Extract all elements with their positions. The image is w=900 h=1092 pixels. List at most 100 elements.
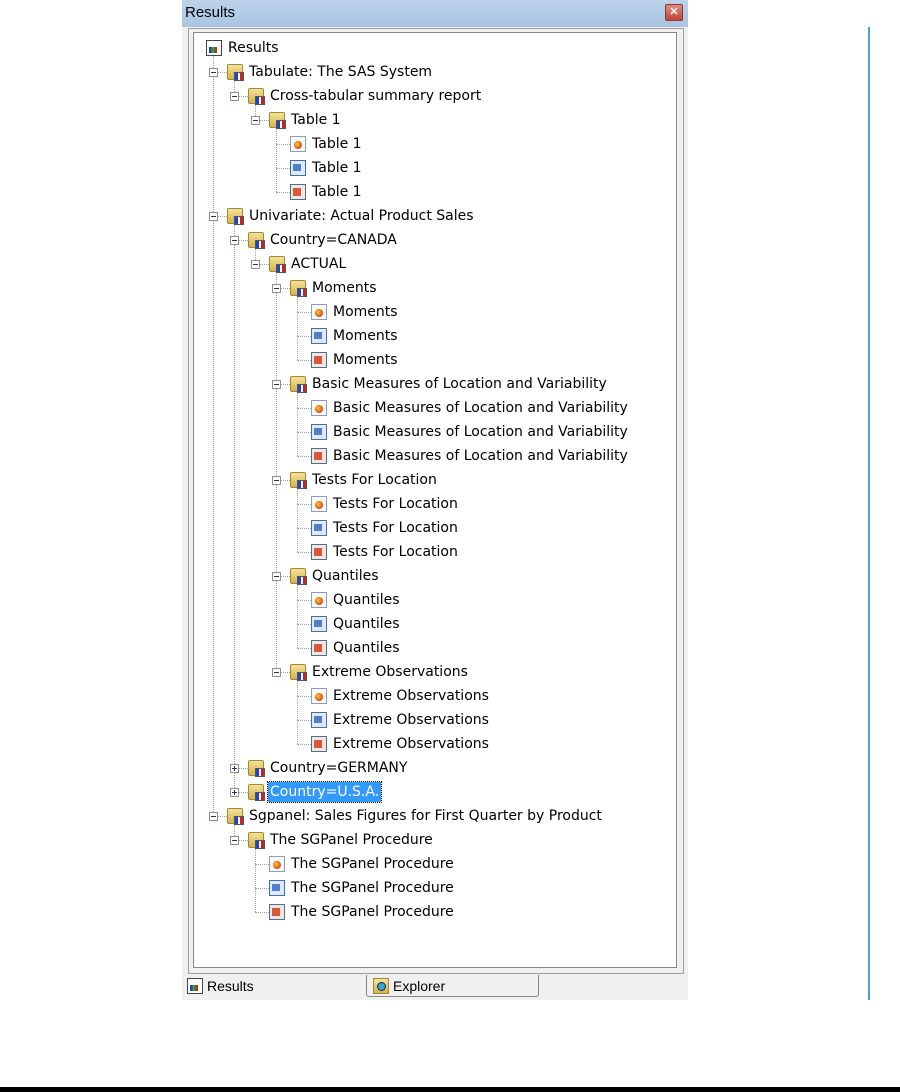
folder-icon — [248, 760, 265, 777]
collapse-icon[interactable] — [209, 812, 218, 821]
tree-node[interactable]: The SGPanel Procedure — [269, 853, 456, 875]
tree-node[interactable]: Moments — [311, 301, 400, 323]
tree-node[interactable]: ACTUAL — [251, 253, 348, 275]
collapse-icon[interactable] — [272, 476, 281, 485]
explorer-icon — [373, 977, 389, 994]
tree-node[interactable]: Moments — [311, 325, 400, 347]
tree-node[interactable]: Cross-tabular summary report — [230, 85, 483, 107]
tree-connector-line — [297, 528, 311, 529]
tab-results[interactable]: Results — [187, 975, 254, 997]
tree-connector-line — [297, 504, 311, 505]
tree-node-label: Extreme Observations — [333, 736, 489, 752]
collapse-icon[interactable] — [272, 572, 281, 581]
tree-connector-line — [297, 720, 311, 721]
tree-node[interactable]: Basic Measures of Location and Variabili… — [311, 397, 630, 419]
tree-node-label: Table 1 — [291, 112, 341, 128]
window-edge — [868, 27, 870, 1000]
tree-connector-line — [276, 192, 290, 193]
collapse-icon[interactable] — [272, 668, 281, 677]
tree-node[interactable]: Table 1 — [290, 181, 364, 203]
tree-node-label: Moments — [333, 352, 398, 368]
results-window: Results ✕ Results Tabulate: The SAS Syste… — [182, 0, 870, 1000]
tree-node-label: Tests For Location — [312, 472, 437, 488]
tree-node[interactable]: Country=GERMANY — [230, 757, 409, 779]
tree-node[interactable]: Table 1 — [290, 133, 364, 155]
tree-node[interactable]: Quantiles — [311, 637, 402, 659]
close-button[interactable]: ✕ — [665, 4, 683, 21]
collapse-icon[interactable] — [209, 212, 218, 221]
tree-connector-line — [297, 696, 311, 697]
tree-node-label: Table 1 — [312, 136, 362, 152]
tree-connector-line — [255, 848, 256, 912]
tree-node[interactable]: Basic Measures of Location and Variabili… — [311, 421, 630, 443]
tree-node[interactable]: Country=U.S.A. — [230, 781, 383, 803]
tree-node[interactable]: Basic Measures of Location and Variabili… — [272, 373, 609, 395]
tree-node[interactable]: Moments — [272, 277, 379, 299]
folder-icon — [227, 808, 244, 825]
tree-node[interactable]: Basic Measures of Location and Variabili… — [311, 445, 630, 467]
tree-connector-line — [255, 912, 269, 913]
tab-label: Results — [207, 978, 254, 994]
tree-node-label: The SGPanel Procedure — [291, 904, 454, 920]
tree-node[interactable]: The SGPanel Procedure — [269, 901, 456, 923]
tree-node-label: Results — [228, 40, 279, 56]
tree-node[interactable]: Quantiles — [311, 589, 402, 611]
rtf-output-icon — [311, 616, 327, 632]
expand-icon[interactable] — [230, 764, 239, 773]
tree-connector-line — [297, 488, 298, 552]
tree-connector-line — [297, 680, 298, 744]
tree-node[interactable]: Tests For Location — [272, 469, 439, 491]
folder-icon — [248, 832, 265, 849]
tree-node-label: Tests For Location — [333, 520, 458, 536]
results-tree[interactable]: Results Tabulate: The SAS System Cross-tab… — [193, 32, 677, 968]
tree-node[interactable]: Country=CANADA — [230, 229, 399, 251]
tree-node[interactable]: Tests For Location — [311, 517, 460, 539]
tree-node[interactable]: Extreme Observations — [272, 661, 470, 683]
tree-node-label: Moments — [312, 280, 377, 296]
folder-icon — [290, 664, 307, 681]
tree-node[interactable]: Table 1 — [290, 157, 364, 179]
collapse-icon[interactable] — [272, 380, 281, 389]
collapse-icon[interactable] — [251, 260, 260, 269]
html-output-icon — [311, 400, 327, 416]
tree-node[interactable]: Tests For Location — [311, 493, 460, 515]
tree-connector-line — [234, 224, 235, 792]
rtf-output-icon — [311, 424, 327, 440]
tree-node[interactable]: Tests For Location — [311, 541, 460, 563]
tree-node[interactable]: Moments — [311, 349, 400, 371]
tree-node[interactable]: Extreme Observations — [311, 733, 491, 755]
tab-explorer[interactable]: Explorer — [366, 975, 539, 997]
tab-strip: Results Explorer — [182, 975, 688, 1000]
collapse-icon[interactable] — [209, 68, 218, 77]
html-output-icon — [311, 496, 327, 512]
tree-node[interactable]: Results — [206, 37, 281, 59]
tree-node[interactable]: Sgpanel: Sales Figures for First Quarter… — [209, 805, 604, 827]
folder-icon — [227, 64, 244, 81]
tree-node[interactable]: The SGPanel Procedure — [230, 829, 435, 851]
tree-connector-line — [255, 888, 269, 889]
tree-node[interactable]: Quantiles — [272, 565, 381, 587]
expand-icon[interactable] — [230, 788, 239, 797]
tree-node-label: Tests For Location — [333, 544, 458, 560]
tree-node[interactable]: Tabulate: The SAS System — [209, 61, 434, 83]
tree-connector-line — [213, 56, 214, 816]
folder-icon — [248, 784, 265, 801]
collapse-icon[interactable] — [230, 92, 239, 101]
tree-node[interactable]: Univariate: Actual Product Sales — [209, 205, 476, 227]
tree-node[interactable]: Extreme Observations — [311, 685, 491, 707]
tree-node-label: Moments — [333, 304, 398, 320]
results-icon — [206, 40, 222, 56]
tree-node[interactable]: Extreme Observations — [311, 709, 491, 731]
folder-icon — [290, 280, 307, 297]
tree-node[interactable]: Table 1 — [251, 109, 343, 131]
collapse-icon[interactable] — [230, 836, 239, 845]
tree-node-label: Country=GERMANY — [270, 760, 408, 776]
collapse-icon[interactable] — [272, 284, 281, 293]
tree-node[interactable]: The SGPanel Procedure — [269, 877, 456, 899]
tree-connector-line — [276, 128, 277, 192]
tree-node[interactable]: Quantiles — [311, 613, 402, 635]
tree-connector-line — [297, 648, 311, 649]
collapse-icon[interactable] — [230, 236, 239, 245]
collapse-icon[interactable] — [251, 116, 260, 125]
html-output-icon — [290, 136, 306, 152]
